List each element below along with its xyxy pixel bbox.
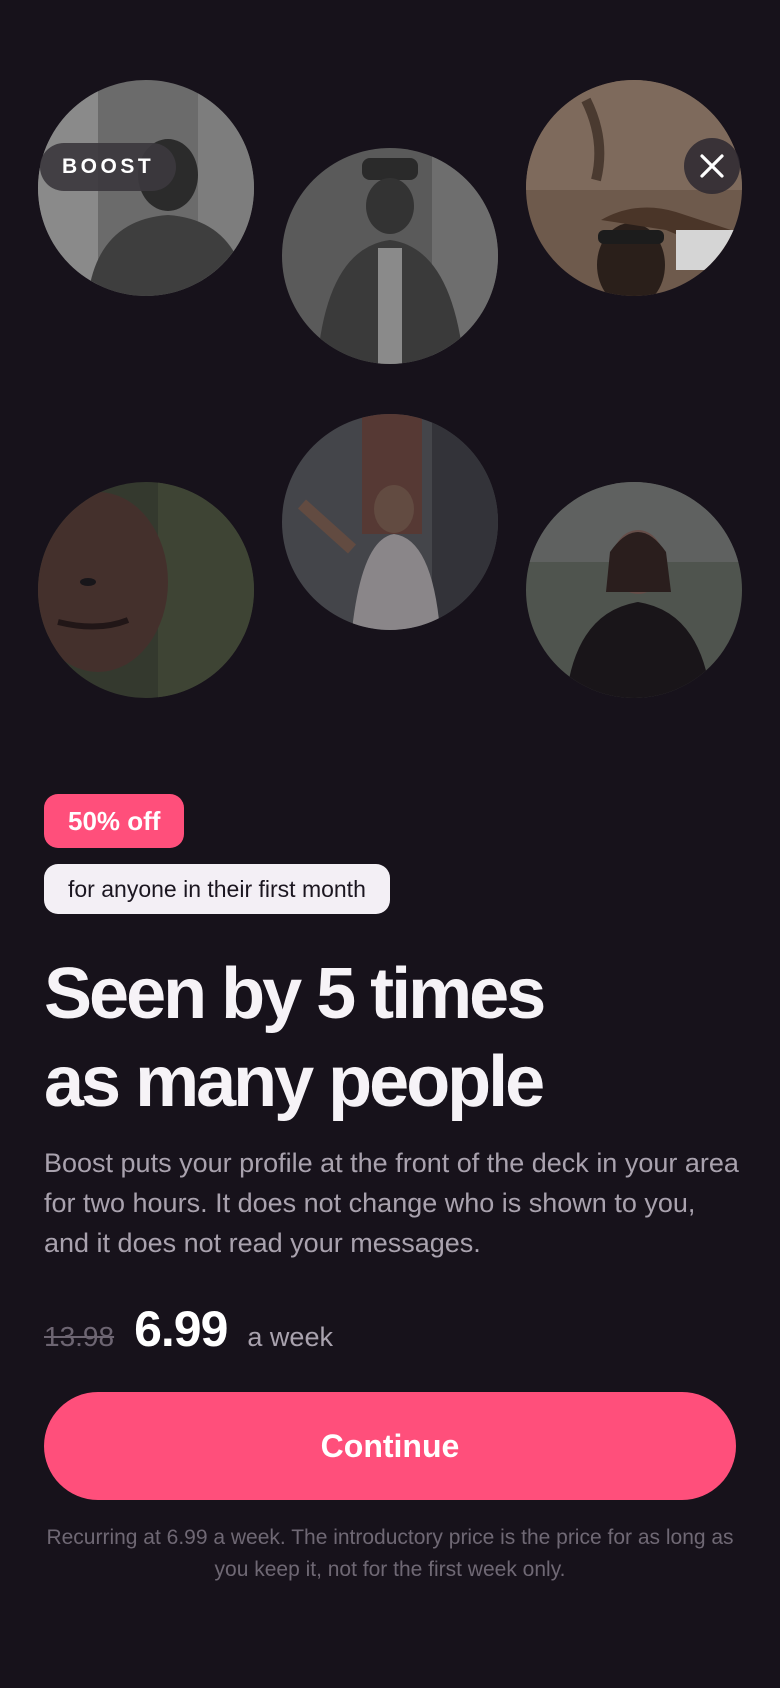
new-price: 6.99 [134, 1301, 228, 1357]
description-text: Boost puts your profile at the front of … [44, 1148, 739, 1258]
profile-photo-2 [282, 148, 498, 364]
profile-photo-4 [38, 482, 254, 698]
old-price: 13.98 [44, 1321, 115, 1352]
profile-photo-6 [526, 482, 742, 698]
discount-badge: 50% off [44, 794, 185, 848]
page-title: Seen by 5 times as many people [44, 950, 744, 1126]
continue-button[interactable]: Continue [44, 1392, 736, 1500]
close-button[interactable] [684, 138, 740, 194]
profile-photo-5 [282, 414, 498, 630]
eligibility-badge: for anyone in their first month [44, 864, 390, 914]
headline-line-1: Seen by 5 times [44, 954, 546, 1034]
fine-print: Recurring at 6.99 a week. The introducto… [46, 1526, 734, 1581]
headline-line-2: as many people [44, 1042, 545, 1122]
price-row: 13.98 6.99 a week [44, 1300, 333, 1358]
close-icon [700, 154, 724, 178]
price-period: a week [247, 1322, 333, 1352]
boost-tag: BOOST [40, 143, 177, 191]
